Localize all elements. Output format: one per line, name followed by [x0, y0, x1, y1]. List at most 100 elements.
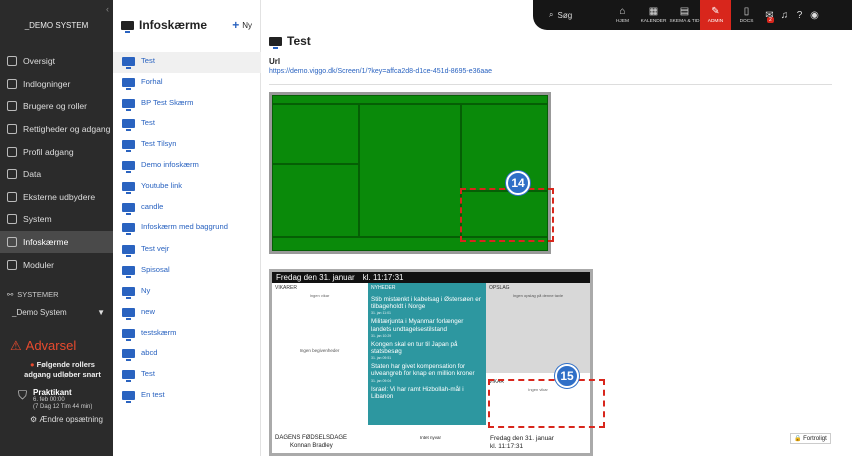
nav-calendar[interactable]: ▦ KALENDER — [638, 0, 669, 30]
monitor-icon — [7, 237, 17, 248]
help-icon: ? — [796, 9, 803, 21]
infoscreen-list-item[interactable]: candle — [113, 198, 261, 219]
wrench-icon: ✎ — [711, 5, 720, 17]
nav-docs[interactable]: ▯ DOCS — [731, 0, 762, 30]
nav-label: ADMIN — [707, 18, 724, 24]
infoscreen-name: Test — [141, 56, 155, 65]
layout-cell — [272, 164, 359, 237]
no-news: Intet nyvar — [420, 435, 442, 440]
sidebar-item-label: Eksterne udbydere — [23, 191, 96, 202]
intern-remaining: (7 Dag 12 Tim 44 min) — [33, 403, 93, 410]
infoscreen-list-item[interactable]: Ny — [113, 282, 261, 303]
news-date: 31. jan 09:04 — [371, 378, 392, 383]
warning-panel: ⚠ Advarsel ● Følgende rollers adgang udlø… — [0, 338, 113, 424]
infoscreen-list-item[interactable]: Test vejr — [113, 240, 261, 261]
change-settings-link[interactable]: ⚙ Ændre opsætning — [10, 415, 113, 424]
home-icon: ⌂ — [619, 5, 626, 17]
help-button[interactable]: ? — [792, 0, 807, 30]
footer-date: Fredag den 31. januar — [490, 435, 554, 442]
sidebar-item-label: Indlogninger — [23, 78, 71, 89]
monitor-icon — [122, 370, 135, 383]
notifications-button[interactable]: ♫ — [777, 0, 792, 30]
sidebar-item-rettigheder[interactable]: Rettigheder og adgang — [0, 118, 113, 141]
infoscreen-list-item[interactable]: En test — [113, 386, 261, 407]
infoscreen-list-item[interactable]: Demo infoskærm — [113, 156, 261, 177]
sidebar-item-label: Moduler — [23, 259, 55, 270]
new-button[interactable]: + Ny — [232, 18, 252, 32]
sidebar-item-eksterne[interactable]: Eksterne udbydere — [0, 186, 113, 209]
nav-admin[interactable]: ✎ ADMIN — [700, 0, 731, 30]
system-select-value: _Demo System — [12, 308, 67, 318]
link-icon: ⚯ — [7, 290, 14, 300]
monitor-icon — [122, 160, 135, 173]
modules-icon — [7, 259, 17, 270]
mail-button[interactable]: ✉ — [762, 0, 777, 30]
infoscreen-list-item[interactable]: Test — [113, 114, 261, 135]
infoscreen-list: Test Forhal BP Test Skærm Test Test Tilsyn De… — [113, 52, 261, 407]
infoscreen-list-item[interactable]: Infoskærm med baggrund — [113, 218, 261, 240]
layout-cell — [272, 104, 359, 164]
monitor-icon — [122, 181, 135, 194]
sidebar-item-moduler[interactable]: Moduler — [0, 253, 113, 276]
preview-time: kl. 11:17:31 — [362, 273, 404, 282]
warning-icon: ⚠ — [10, 337, 22, 353]
sidebar-item-brugere[interactable]: Brugere og roller — [0, 95, 113, 118]
infoscreen-name: Test — [141, 369, 155, 379]
sidebar-item-indlogninger[interactable]: Indlogninger — [0, 73, 113, 96]
nav-home[interactable]: ⌂ HJEM — [607, 0, 638, 30]
no-events: Ingen begivenheder — [299, 348, 340, 353]
infoscreen-list-item[interactable]: testskærm — [113, 324, 261, 345]
news-title: Staten har givet kompensation for ulvean… — [371, 363, 475, 378]
org-name: _DEMO SYSTEM — [24, 20, 89, 30]
preview-date: Fredag den 31. januar — [276, 273, 355, 282]
infoscreen-name: Test vejr — [141, 244, 170, 254]
warning-title: ⚠ Advarsel — [10, 338, 113, 354]
infoscreen-list-item[interactable]: Test — [113, 52, 261, 73]
top-nav-bar: ⌕ Søg ⌂ HJEM ▦ KALENDER ▤ SKEMA & TID ✎ ADMIN… — [533, 0, 852, 30]
layout-cell — [359, 104, 461, 237]
infoscreen-list-item[interactable]: Forhal — [113, 73, 261, 94]
sidebar-item-data[interactable]: Data — [0, 163, 113, 186]
search-icon: ⌕ — [549, 10, 554, 19]
sidebar-item-profil[interactable]: Profil adgang — [0, 140, 113, 163]
news-title: Stib mistænkt i kabelsag i Østersøen er … — [371, 296, 481, 311]
profile-icon — [7, 146, 17, 157]
confidential-label: Fortroligt — [803, 436, 827, 442]
news-date: 31. jan 10:29 — [371, 333, 392, 338]
monitor-icon — [122, 307, 135, 320]
sidebar-item-system[interactable]: System — [0, 208, 113, 231]
infoscreen-list-item[interactable]: BP Test Skærm — [113, 94, 261, 115]
infoscreen-list-item[interactable]: new — [113, 303, 261, 324]
gear-icon — [7, 214, 17, 225]
profile-button[interactable]: ◉ — [807, 0, 822, 30]
list-header: Infoskærme + Ny — [113, 0, 260, 50]
collapse-chevron-icon[interactable]: ‹ — [106, 4, 109, 14]
system-select[interactable]: _Demo System ▼ — [0, 302, 113, 324]
sidebar-item-infoskaerme[interactable]: Infoskærme — [0, 230, 113, 254]
monitor-icon — [122, 119, 135, 132]
infoscreen-list-item[interactable]: Spisosal — [113, 261, 261, 282]
confidential-badge[interactable]: 🔒 Fortroligt — [790, 433, 831, 444]
nav-schedule[interactable]: ▤ SKEMA & TID — [669, 0, 700, 30]
nav-label: KALENDER — [640, 18, 667, 24]
infoscreen-list-item[interactable]: Test Tilsyn — [113, 135, 261, 156]
opslag-sub: Ingen opslag på denne tavle — [512, 293, 564, 298]
page-title: Test — [269, 34, 311, 49]
database-icon — [7, 169, 17, 180]
monitor-icon — [122, 202, 135, 215]
monitor-icon — [122, 223, 135, 236]
infoscreen-name: Test Tilsyn — [141, 139, 177, 149]
bullet-dot-icon: ● — [30, 359, 37, 369]
search-button[interactable]: ⌕ Søg — [549, 10, 607, 20]
monitor-icon — [122, 328, 135, 341]
infoscreen-name: candle — [141, 201, 164, 211]
news-item: Israel: Vi har ramt Hizbollah-mål i Liba… — [368, 386, 486, 400]
lock-icon: 🔒 — [794, 436, 804, 442]
infoscreen-list-item[interactable]: Youtube link — [113, 177, 261, 198]
url-link[interactable]: https://demo.viggo.dk/Screen/1/?key=affc… — [269, 68, 492, 75]
birthday-title: DAGENS FØDSELSDAGE — [275, 435, 348, 441]
infoscreen-list-item[interactable]: Test — [113, 365, 261, 386]
sidebar-item-oversigt[interactable]: Oversigt — [0, 50, 113, 73]
monitor-icon — [122, 140, 135, 153]
infoscreen-list-item[interactable]: abcd — [113, 344, 261, 365]
